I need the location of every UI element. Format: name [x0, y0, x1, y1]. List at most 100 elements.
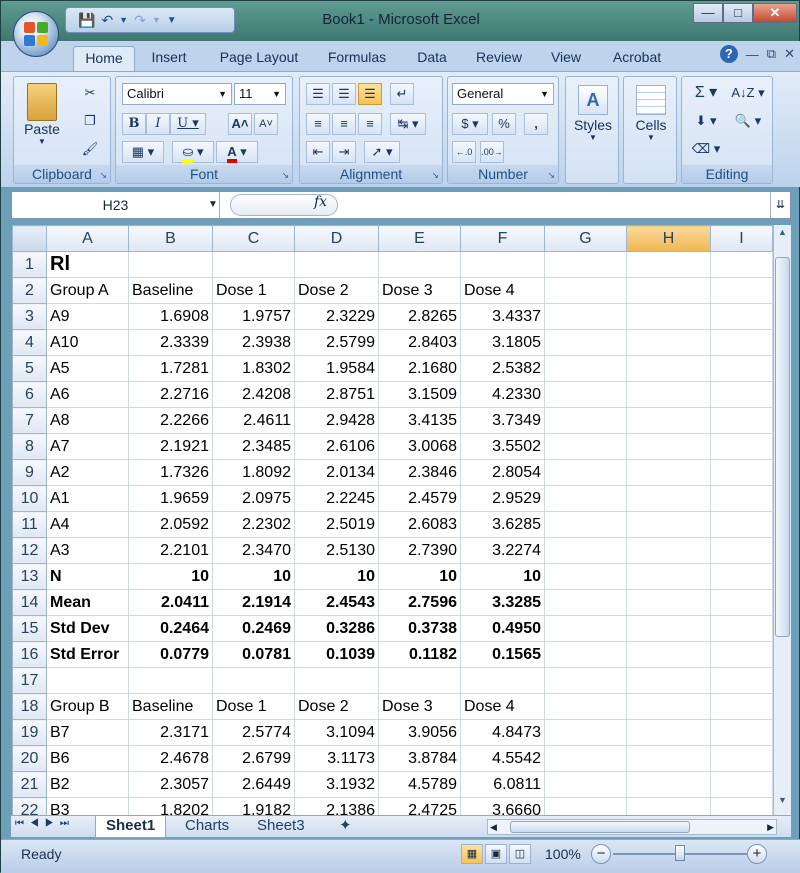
cell-h10[interactable] — [626, 485, 711, 512]
cell-c1[interactable] — [212, 251, 295, 278]
cell-h21[interactable] — [626, 771, 711, 798]
cell-a21[interactable]: B2 — [46, 771, 129, 798]
font-name-combobox[interactable]: Calibri ▼ — [122, 83, 232, 105]
cell-h19[interactable] — [626, 719, 711, 746]
cell-d15[interactable]: 0.3286 — [294, 615, 379, 642]
sheet-tab-sheet3[interactable]: Sheet3 — [247, 816, 315, 838]
center-button[interactable]: ≡ — [332, 113, 356, 135]
middle-align-button[interactable]: ☰ — [332, 83, 356, 105]
cell-d16[interactable]: 0.1039 — [294, 641, 379, 668]
cell-g9[interactable] — [544, 459, 627, 486]
cell-h1[interactable] — [626, 251, 711, 278]
number-launcher-icon[interactable]: ↘ — [547, 170, 555, 181]
cells-button[interactable]: Cells ▼ — [626, 83, 676, 142]
column-header-a[interactable]: A — [46, 225, 129, 252]
paste-dropdown-icon[interactable]: ▼ — [20, 137, 64, 146]
cell-b12[interactable]: 2.2101 — [128, 537, 213, 564]
row-header[interactable]: 10 — [12, 485, 47, 512]
tab-formulas[interactable]: Formulas — [319, 46, 395, 71]
cell-g8[interactable] — [544, 433, 627, 460]
cell-c20[interactable]: 2.6799 — [212, 745, 295, 772]
cell-h8[interactable] — [626, 433, 711, 460]
workbook-restore-icon[interactable]: ⧉ — [767, 46, 776, 62]
cell-b10[interactable]: 1.9659 — [128, 485, 213, 512]
cell-c14[interactable]: 2.1914 — [212, 589, 295, 616]
cell-c21[interactable]: 2.6449 — [212, 771, 295, 798]
cell-e5[interactable]: 2.1680 — [378, 355, 461, 382]
cell-e11[interactable]: 2.6083 — [378, 511, 461, 538]
borders-button[interactable]: ▦ ▾ — [122, 141, 164, 163]
cell-f17[interactable] — [460, 667, 545, 694]
cell-b8[interactable]: 2.1921 — [128, 433, 213, 460]
cell-e1[interactable] — [378, 251, 461, 278]
cell-h4[interactable] — [626, 329, 711, 356]
cell-e2[interactable]: Dose 3 — [378, 277, 461, 304]
column-header-h[interactable]: H — [626, 225, 711, 252]
shrink-font-button[interactable]: A˅ — [254, 113, 278, 135]
top-align-button[interactable]: ☰ — [306, 83, 330, 105]
wrap-text-button[interactable]: ↵ — [390, 83, 414, 105]
cell-a4[interactable]: A10 — [46, 329, 129, 356]
scroll-right-icon[interactable]: ▶ — [767, 820, 774, 834]
zoom-out-icon[interactable]: − — [591, 844, 611, 864]
cell-g20[interactable] — [544, 745, 627, 772]
vertical-scrollbar[interactable]: ▲ ▼ — [773, 225, 791, 815]
cell-g21[interactable] — [544, 771, 627, 798]
cell-f1[interactable] — [460, 251, 545, 278]
name-box[interactable]: H23 — [12, 192, 220, 218]
find-select-button[interactable]: 🔍 ▾ — [728, 111, 768, 133]
cell-e18[interactable]: Dose 3 — [378, 693, 461, 720]
row-header[interactable]: 3 — [12, 303, 47, 330]
horizontal-scroll-thumb[interactable] — [510, 821, 690, 833]
name-box-dropdown-icon[interactable]: ▼ — [208, 192, 218, 218]
cell-i8[interactable] — [710, 433, 773, 460]
cell-f18[interactable]: Dose 4 — [460, 693, 545, 720]
orientation-button[interactable]: ➚ ▾ — [364, 141, 400, 163]
cell-b14[interactable]: 2.0411 — [128, 589, 213, 616]
cell-b5[interactable]: 1.7281 — [128, 355, 213, 382]
autosum-button[interactable]: Σ ▾ — [688, 83, 724, 105]
cell-d9[interactable]: 2.0134 — [294, 459, 379, 486]
cell-d21[interactable]: 3.1932 — [294, 771, 379, 798]
cell-f5[interactable]: 2.5382 — [460, 355, 545, 382]
cell-a2[interactable]: Group A — [46, 277, 129, 304]
cell-b7[interactable]: 2.2266 — [128, 407, 213, 434]
cell-h12[interactable] — [626, 537, 711, 564]
cell-d13[interactable]: 10 — [294, 563, 379, 590]
minimize-icon[interactable]: — — [693, 3, 723, 23]
cell-i12[interactable] — [710, 537, 773, 564]
cell-b16[interactable]: 0.0779 — [128, 641, 213, 668]
cell-a7[interactable]: A8 — [46, 407, 129, 434]
close-icon[interactable]: ✕ — [753, 3, 797, 23]
cell-c5[interactable]: 1.8302 — [212, 355, 295, 382]
column-header-f[interactable]: F — [460, 225, 545, 252]
cell-i15[interactable] — [710, 615, 773, 642]
merge-center-button[interactable]: ↹ ▾ — [390, 113, 426, 135]
cell-b19[interactable]: 2.3171 — [128, 719, 213, 746]
cell-h17[interactable] — [626, 667, 711, 694]
accounting-format-button[interactable]: $ ▾ — [452, 113, 488, 135]
cell-i7[interactable] — [710, 407, 773, 434]
bottom-align-button[interactable]: ☰ — [358, 83, 382, 105]
cell-d7[interactable]: 2.9428 — [294, 407, 379, 434]
cell-g12[interactable] — [544, 537, 627, 564]
row-header[interactable]: 15 — [12, 615, 47, 642]
cell-h2[interactable] — [626, 277, 711, 304]
cell-e16[interactable]: 0.1182 — [378, 641, 461, 668]
cell-b9[interactable]: 1.7326 — [128, 459, 213, 486]
comma-style-button[interactable]: , — [524, 113, 548, 135]
decrease-indent-button[interactable]: ⇤ — [306, 141, 330, 163]
underline-button[interactable]: U ▾ — [170, 113, 206, 135]
cell-g7[interactable] — [544, 407, 627, 434]
row-header[interactable]: 4 — [12, 329, 47, 356]
cell-g22[interactable] — [544, 797, 627, 815]
cell-e14[interactable]: 2.7596 — [378, 589, 461, 616]
clipboard-launcher-icon[interactable]: ↘ — [99, 170, 107, 181]
cell-f15[interactable]: 0.4950 — [460, 615, 545, 642]
font-launcher-icon[interactable]: ↘ — [281, 170, 289, 181]
cell-h16[interactable] — [626, 641, 711, 668]
insert-sheet-icon[interactable]: ✦ — [329, 816, 362, 838]
grow-font-button[interactable]: A˄ — [228, 113, 252, 135]
page-break-view-icon[interactable]: ◫ — [509, 844, 531, 864]
decrease-decimal-button[interactable]: .00→ — [480, 141, 504, 163]
